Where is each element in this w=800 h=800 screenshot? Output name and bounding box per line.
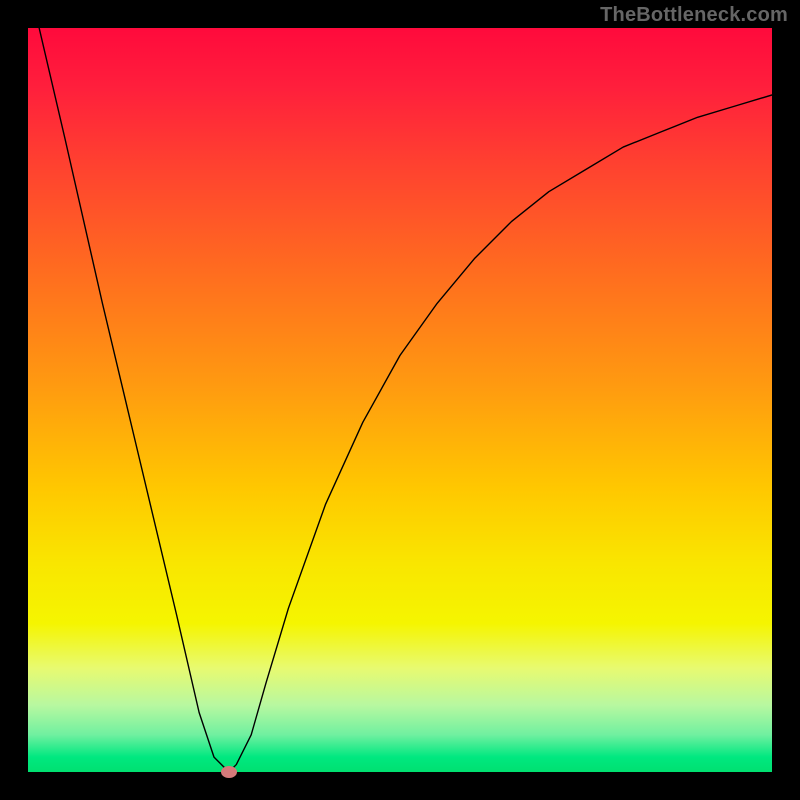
plot-area [28,28,772,772]
bottleneck-curve [28,28,772,772]
watermark-text: TheBottleneck.com [600,4,788,27]
chart-container: TheBottleneck.com [0,0,800,800]
minimum-marker [221,766,237,778]
